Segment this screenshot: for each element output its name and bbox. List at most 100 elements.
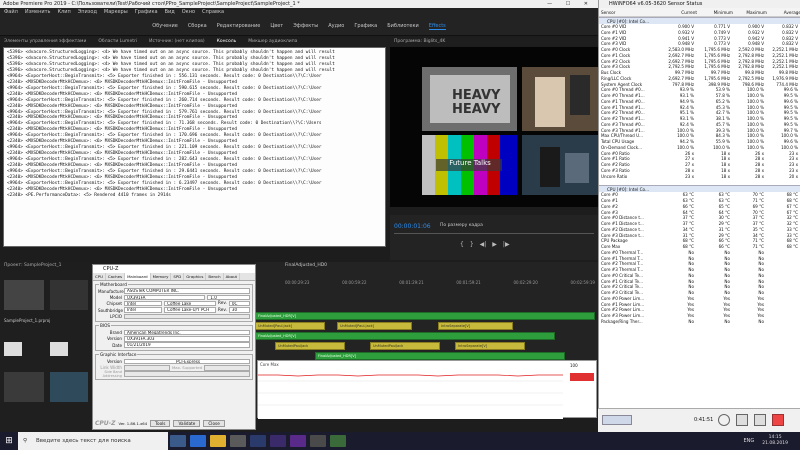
premiere-menu-bar: Файл Изменить Клип Эпизод Маркеры Графика Вид О… [0,8,598,17]
taskbar-search[interactable]: ⚲ Введите здесь текст для поиска [18,432,168,450]
sensor-group-header[interactable]: CPU [#0]: Intel Co... [599,185,800,193]
window-controls[interactable]: — ☐ ✕ [547,0,594,8]
menu-item[interactable]: Справка [202,8,224,17]
media-thumbnail[interactable] [50,372,88,402]
cpuz-tab[interactable]: Bench [206,273,224,280]
menu-item[interactable]: Окно [182,8,195,17]
windows-start-icon[interactable]: ⊞ [0,436,18,446]
transport-controls: { } ◀| ▶ |▶ [460,241,510,248]
gi-version-label: Version [106,359,122,365]
workspace-tab[interactable]: Effects [428,23,446,30]
sensor-group-header[interactable]: CPU [#0]: Intel Co... [599,17,800,24]
timeline-clip[interactable]: IntroSeparate[V] [455,342,525,350]
cpuz-tab[interactable]: About [224,273,241,280]
menu-item[interactable]: Файл [4,8,18,17]
column-header[interactable]: Current [661,8,697,17]
sensor-row[interactable]: Uncore Ratio 23 x 18 x 28 x 20 x [599,174,800,180]
workspace-tab[interactable]: Эффекты [293,23,318,29]
left-panel-tabs: Элементы управления эффектами Области Lum… [0,38,388,46]
panel-tab[interactable]: Области Lumetri [98,38,137,46]
program-monitor[interactable]: HEAVY HEAVY Future Talks [390,47,598,207]
validate-button[interactable]: Validate [173,419,201,427]
cpuz-tab[interactable]: CPU [93,273,106,280]
play-icon[interactable]: ▶ [492,241,497,248]
close-button[interactable]: Close [203,419,225,427]
model-rev-value: 1.0 [207,294,250,301]
timeline-clip[interactable]: UnMuted[Paul.Jack] [255,322,325,330]
language-indicator[interactable]: ENG [743,438,754,444]
chipset-rev: 0C [228,300,250,307]
media-thumbnail[interactable] [4,372,44,402]
folder-icon[interactable] [50,342,68,356]
cpuz-icon[interactable] [310,435,326,447]
timeline-clip[interactable]: UnMuted[Paul.Jack] [337,322,412,330]
timeline-clip[interactable]: UnMutedPaulJack [370,342,440,350]
mark-in-icon[interactable]: { [460,241,464,248]
cpuz-tab[interactable]: Graphics [184,273,207,280]
menu-item[interactable]: Изменить [25,8,51,17]
store-icon[interactable] [230,435,246,447]
step-forward-icon[interactable]: |▶ [503,241,510,248]
sensor-column-headers: Sensor Current Minimum Maximum Average [599,8,800,17]
sequence-tab[interactable]: FinalAdjusted_HD0 [285,263,327,268]
workspace-tab[interactable]: Графика [354,23,377,29]
sensor-row[interactable]: Package/Ring Ther... No No No [599,319,800,325]
panel-tab[interactable]: Источник: (нет клипов) [149,38,205,46]
panel-tab[interactable]: Консоль [217,38,237,46]
time-ruler[interactable]: 00:00:29:23 00:00:59:22 00:01:29:21 00:01:5… [285,280,595,286]
clock-icon[interactable] [718,414,730,426]
media-thumbnail[interactable] [50,280,88,310]
menu-item[interactable]: Вид [165,8,175,17]
arrows-icon[interactable] [602,415,632,425]
cpuz-tab[interactable]: Caches [106,273,126,280]
workspace-tab[interactable]: Обучение [152,23,178,29]
cpuz-tab[interactable]: SPD [171,273,185,280]
workspace-tab[interactable]: Библиотеки [387,23,419,29]
fit-dropdown[interactable]: По размеру кадра [440,223,483,228]
project-tab[interactable]: Проект: SampleProject_1 [4,262,61,270]
version-label: Version [106,336,122,342]
tools-button[interactable]: Tools [150,419,171,427]
taskbar-clock[interactable]: 14:15 21.08.2019 [762,435,788,447]
panel-tab[interactable]: Микшер аудиоклипа [248,38,297,46]
folder-icon[interactable] [4,342,22,356]
timeline-clip[interactable]: UnMutedPaulJack [275,342,345,350]
menu-item[interactable]: Клип [57,8,70,17]
column-header[interactable]: Maximum [733,8,767,17]
cpuz-tab[interactable]: Memory [151,273,172,280]
panel-tab[interactable]: Элементы управления эффектами [4,38,86,46]
column-header[interactable]: Minimum [697,8,733,17]
cpuz-tab[interactable]: Mainboard [125,273,151,280]
workspace-tab[interactable]: Сборка [188,23,207,29]
app-icon[interactable] [250,435,266,447]
timeline-clip[interactable]: IntroSeparate[V] [438,322,513,330]
reset-icon[interactable] [754,414,766,426]
workspace-tab[interactable]: Редактирование [217,23,261,29]
brand-value: American Megatrends Inc. [124,329,250,336]
column-header[interactable]: Average [767,8,800,17]
premiere-icon[interactable] [270,435,286,447]
media-encoder-icon[interactable] [290,435,306,447]
brand-label: Brand [109,330,122,336]
timeline-clip[interactable]: FinalAdjusted_HDR[V] [255,332,555,340]
timeline-clip[interactable]: FinalAdjusted_HDR[V] [255,312,595,320]
column-header[interactable]: Sensor [599,8,661,17]
media-thumbnail[interactable] [4,280,44,310]
playback-scrubber[interactable] [394,233,594,234]
edge-icon[interactable] [190,435,206,447]
explorer-icon[interactable] [210,435,226,447]
task-view-icon[interactable] [170,435,186,447]
mark-out-icon[interactable]: } [470,241,474,248]
hwinfo-icon[interactable] [330,435,346,447]
menu-item[interactable]: Эпизод [78,8,97,17]
workspace-tab[interactable]: Цвет [270,23,283,29]
menu-item[interactable]: Маркеры [104,8,128,17]
settings-icon[interactable] [736,414,748,426]
menu-item[interactable]: Графика [135,8,158,17]
workspace-tab[interactable]: Аудио [328,23,344,29]
program-tab[interactable]: Программа: Biglits_4K [394,38,445,46]
close-icon[interactable] [772,414,784,426]
step-back-icon[interactable]: ◀| [480,241,487,248]
timeline-clip[interactable]: FinalAdjusted_HDR[V] [315,352,565,360]
timecode-display[interactable]: 00:00:01:06 [394,223,431,230]
